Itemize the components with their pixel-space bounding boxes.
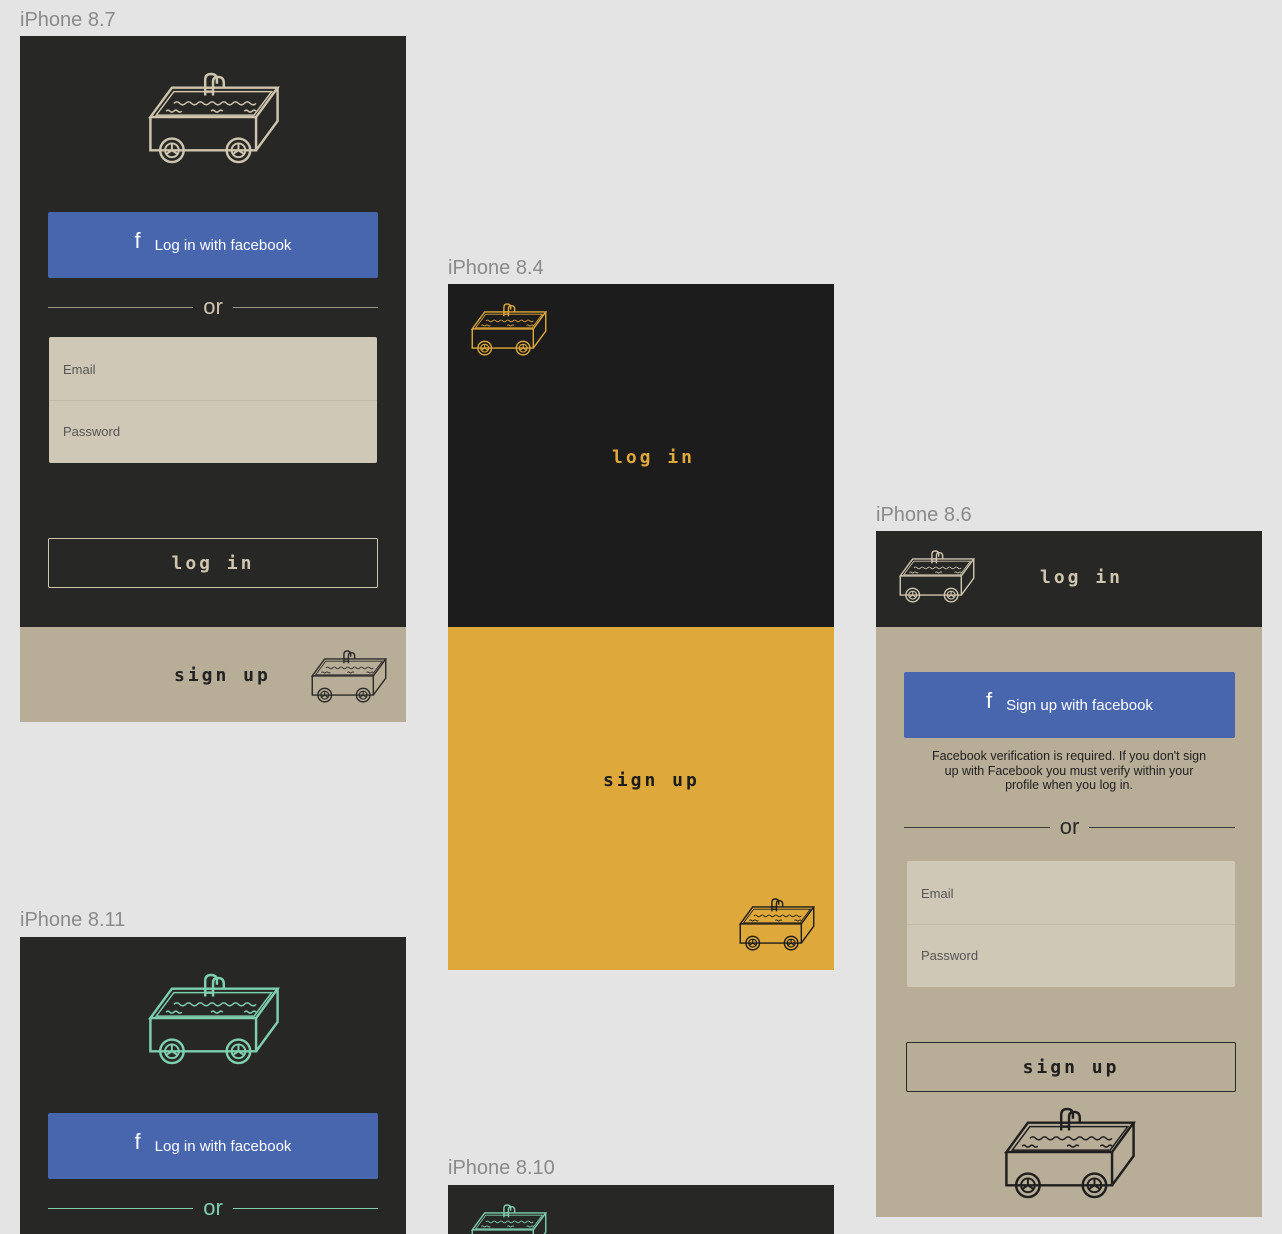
login-button[interactable]: log in: [48, 538, 378, 588]
artboard-label-8-6: iPhone 8.6: [876, 504, 972, 526]
header-login-link[interactable]: log in: [1040, 567, 1123, 588]
facebook-login-button[interactable]: f Log in with facebook: [48, 1113, 378, 1179]
hot-tub-cart-icon: [149, 72, 279, 164]
facebook-login-label: Log in with facebook: [154, 236, 292, 254]
email-field[interactable]: Email: [907, 862, 1235, 925]
facebook-icon: f: [134, 228, 141, 253]
facebook-login-button[interactable]: f Log in with facebook: [48, 212, 378, 278]
artboard-iphone-8-6: log in f Sign up with facebook Facebook …: [876, 531, 1262, 1217]
hot-tub-cart-icon: [149, 973, 279, 1065]
artboard-label-8-7: iPhone 8.7: [20, 9, 116, 31]
email-field[interactable]: Email: [49, 338, 377, 401]
header-bar: log in: [876, 531, 1262, 627]
login-form: Email Password: [49, 337, 377, 463]
or-label: or: [203, 1195, 223, 1220]
hot-tub-cart-icon: [311, 650, 387, 703]
artboard-iphone-8-11: f Log in with facebook or: [20, 937, 406, 1234]
signup-label: sign up: [603, 770, 700, 791]
hot-tub-cart-icon: [899, 550, 975, 603]
artboard-iphone-8-7: f Log in with facebook or Email Password…: [20, 36, 406, 722]
signup-button[interactable]: sign up: [906, 1042, 1236, 1092]
artboard-label-8-11: iPhone 8.11: [20, 909, 126, 931]
artboard-iphone-8-10: [448, 1185, 834, 1234]
hot-tub-cart-icon: [1005, 1107, 1135, 1199]
signup-footer[interactable]: sign up: [20, 627, 406, 722]
facebook-icon: f: [986, 688, 993, 713]
facebook-notice: Facebook verification is required. If yo…: [931, 749, 1207, 792]
password-field[interactable]: Password: [49, 400, 377, 462]
login-panel[interactable]: log in: [448, 284, 834, 627]
signup-label: sign up: [174, 665, 271, 686]
facebook-signup-button[interactable]: f Sign up with facebook: [904, 672, 1235, 738]
facebook-icon: f: [134, 1129, 141, 1154]
artboard-label-8-4: iPhone 8.4: [448, 257, 544, 279]
facebook-login-label: Log in with facebook: [154, 1137, 292, 1155]
signup-form: Email Password: [907, 861, 1235, 987]
or-label: or: [203, 294, 223, 319]
artboard-label-8-10: iPhone 8.10: [448, 1157, 555, 1179]
login-label: log in: [612, 447, 696, 468]
or-divider: or: [48, 296, 378, 318]
artboard-iphone-8-4: log in sign up: [448, 284, 834, 970]
facebook-signup-label: Sign up with facebook: [1006, 696, 1153, 714]
or-divider: or: [904, 816, 1235, 838]
or-label: or: [1059, 814, 1080, 839]
signup-panel[interactable]: sign up: [448, 627, 834, 970]
or-divider: or: [48, 1197, 378, 1219]
password-field[interactable]: Password: [907, 924, 1235, 986]
hot-tub-cart-icon: [471, 1204, 547, 1234]
hot-tub-cart-icon: [739, 898, 815, 951]
hot-tub-cart-icon: [471, 303, 547, 356]
